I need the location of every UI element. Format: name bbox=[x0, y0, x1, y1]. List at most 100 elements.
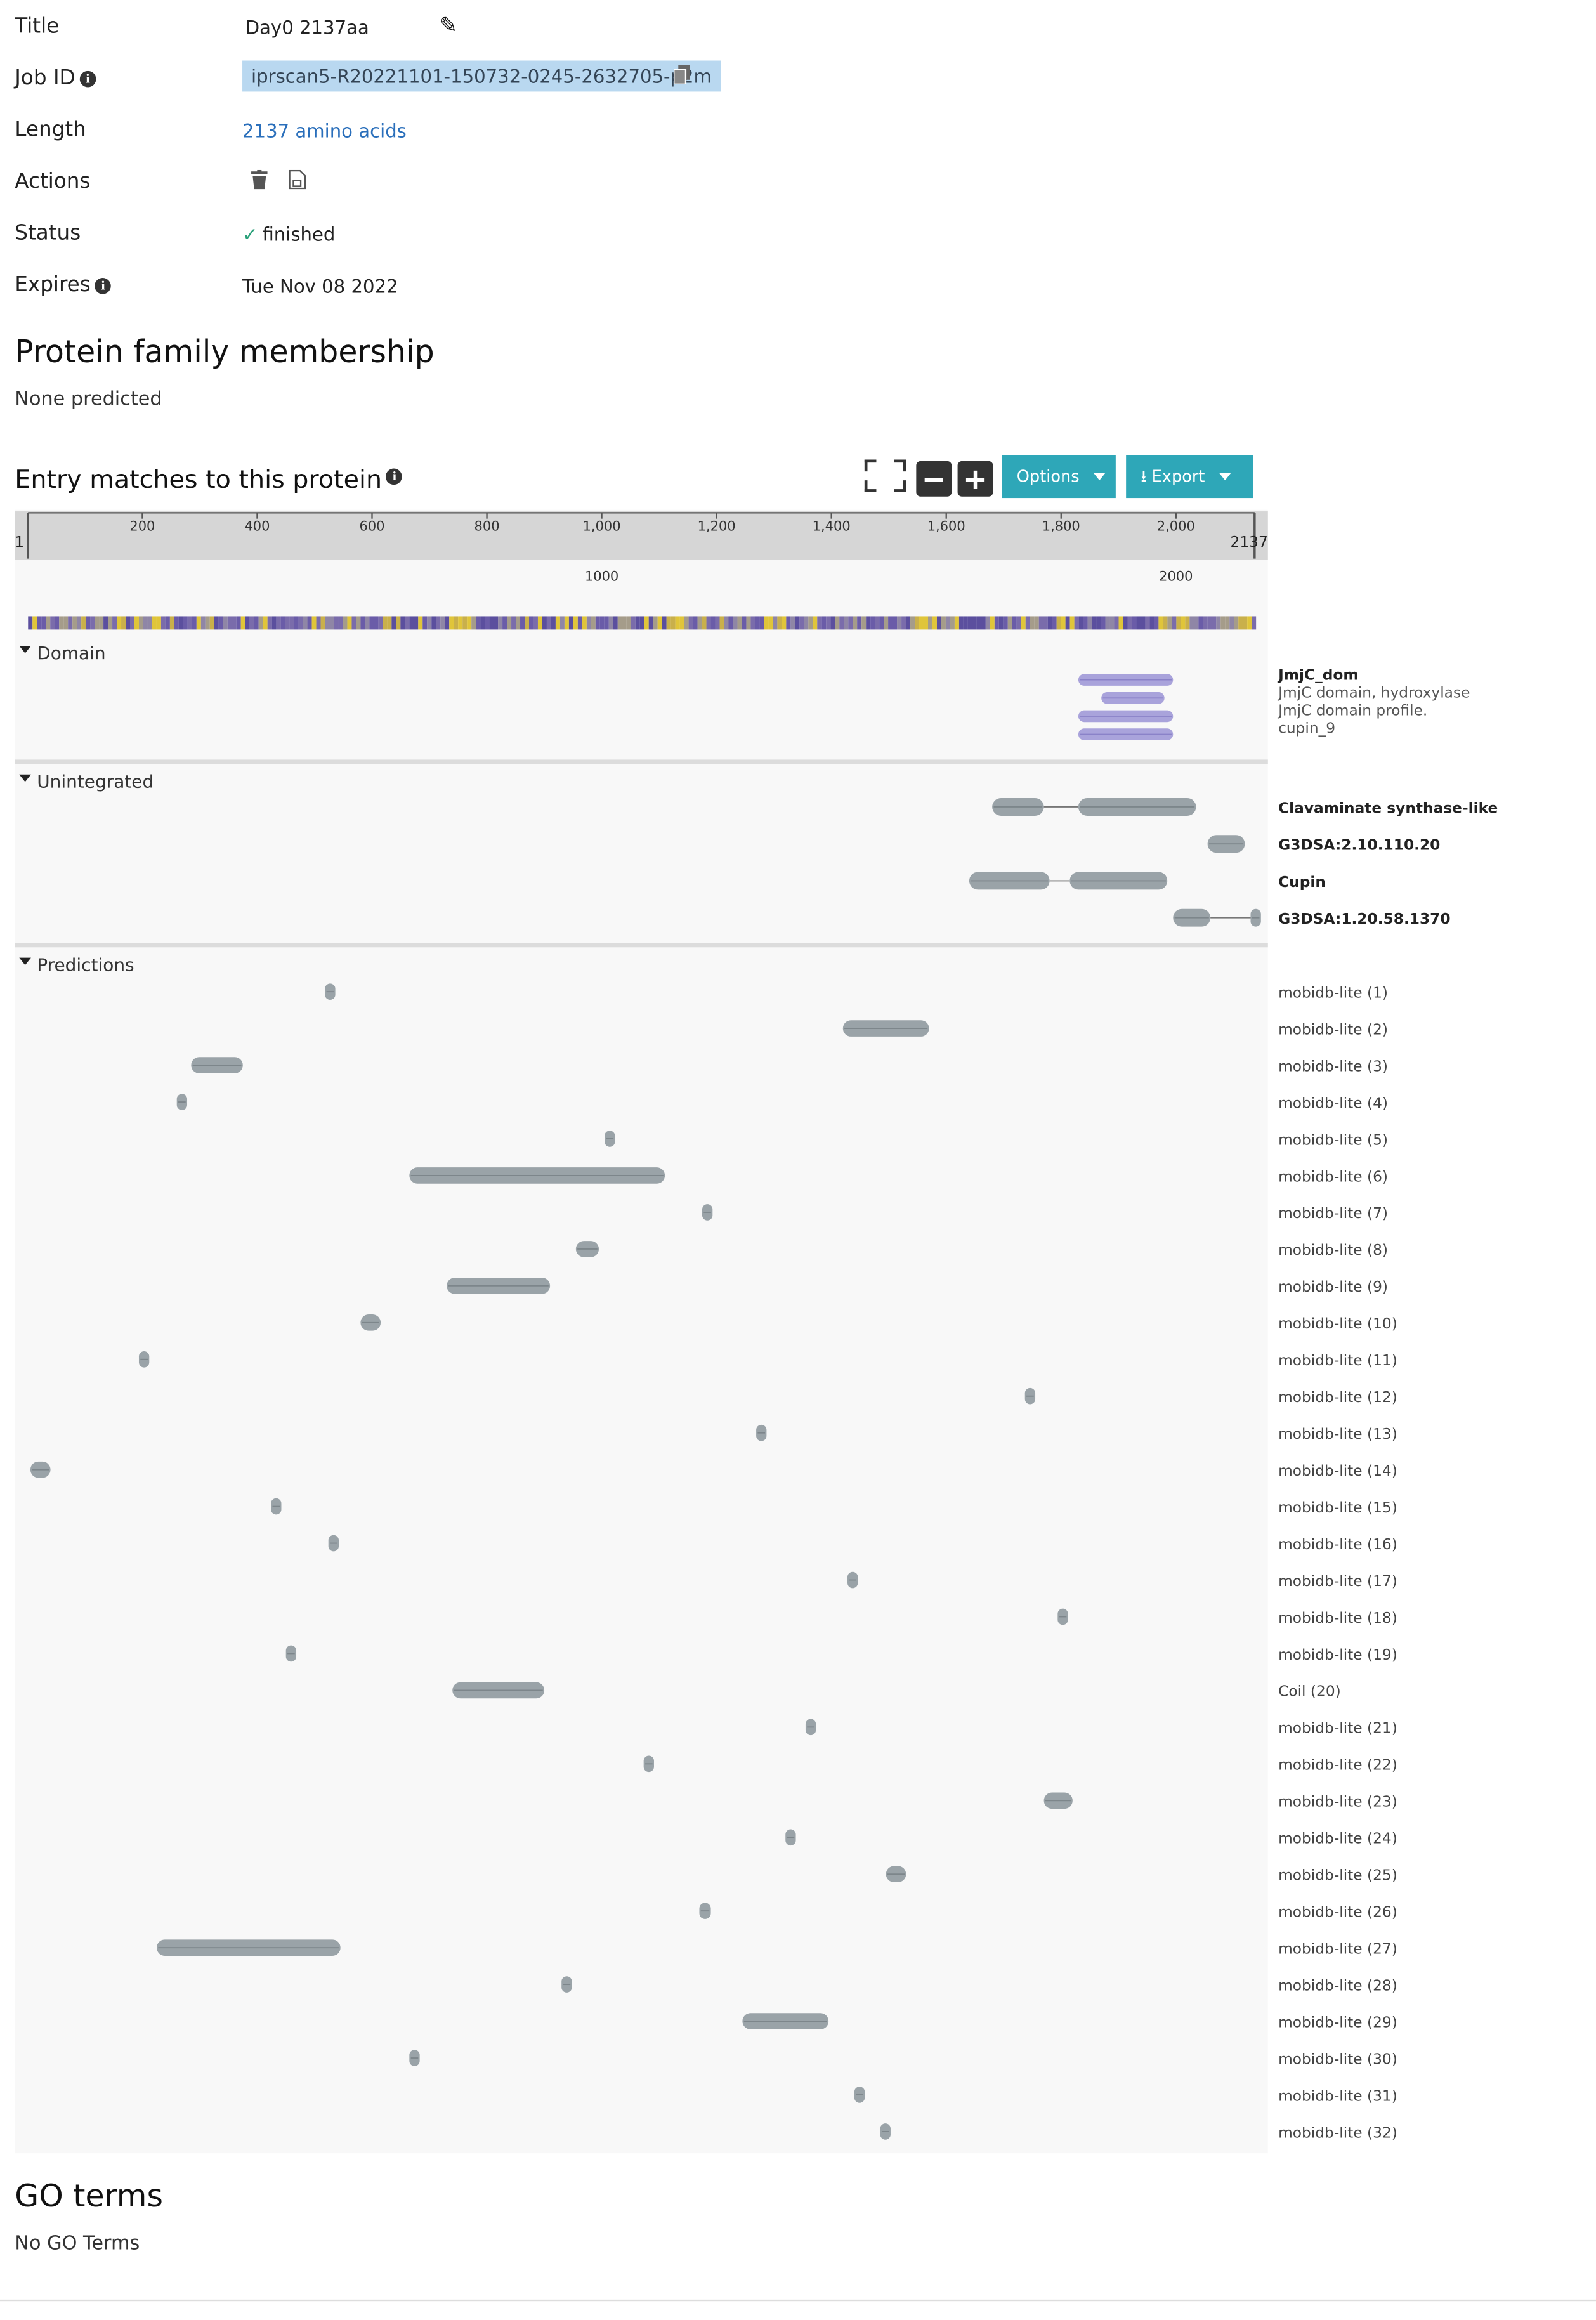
track-label[interactable]: mobidb-lite (6) bbox=[1278, 1168, 1388, 1185]
sequence-residue bbox=[1158, 616, 1163, 630]
track-label[interactable]: mobidb-lite (32) bbox=[1278, 2124, 1397, 2141]
track-label[interactable]: mobidb-lite (10) bbox=[1278, 1315, 1397, 1332]
domain-entry-label[interactable]: JmjC domain, hydroxylase bbox=[1277, 685, 1470, 702]
track-label[interactable]: Coil (20) bbox=[1278, 1683, 1341, 1700]
sequence-residue bbox=[414, 616, 419, 630]
track-label[interactable]: mobidb-lite (26) bbox=[1278, 1903, 1397, 1920]
sequence-residue bbox=[586, 616, 591, 630]
track-label[interactable]: Clavaminate synthase-like bbox=[1278, 799, 1498, 816]
sequence-residue bbox=[901, 616, 906, 630]
sequence-residue bbox=[958, 616, 964, 630]
sequence-residue bbox=[316, 616, 321, 630]
domain-entry-label[interactable]: JmjC_dom bbox=[1277, 667, 1359, 684]
sequence-residue bbox=[1065, 616, 1070, 630]
track-label[interactable]: mobidb-lite (11) bbox=[1278, 1352, 1397, 1369]
sequence-residue bbox=[462, 616, 468, 630]
track-label[interactable]: mobidb-lite (21) bbox=[1278, 1720, 1397, 1737]
track-section-unintegrated: Unintegrated Clavaminate synthase-like G3D… bbox=[15, 771, 1498, 948]
track-label[interactable]: mobidb-lite (13) bbox=[1278, 1425, 1397, 1443]
track-label[interactable]: mobidb-lite (27) bbox=[1278, 1940, 1397, 1957]
sequence-residue bbox=[1225, 616, 1230, 630]
track-label[interactable]: G3DSA:2.10.110.20 bbox=[1278, 837, 1440, 854]
track-label[interactable]: mobidb-lite (18) bbox=[1278, 1609, 1397, 1627]
track-label[interactable]: mobidb-lite (30) bbox=[1278, 2050, 1397, 2068]
domain-entry-label[interactable]: cupin_9 bbox=[1278, 719, 1335, 737]
section-divider bbox=[15, 759, 1268, 764]
sequence-residue bbox=[662, 616, 667, 630]
sequence-residue bbox=[218, 616, 223, 630]
sequence-residue bbox=[750, 616, 755, 630]
ruler-tick-label: 1,400 bbox=[813, 518, 851, 534]
track-label[interactable]: mobidb-lite (4) bbox=[1278, 1094, 1388, 1111]
track-label[interactable]: mobidb-lite (24) bbox=[1278, 1830, 1397, 1847]
sequence-residue bbox=[706, 616, 711, 630]
sequence-residue bbox=[360, 616, 365, 630]
sequence-residue bbox=[245, 616, 250, 630]
track-label[interactable]: mobidb-lite (25) bbox=[1278, 1867, 1397, 1884]
sequence-residue bbox=[684, 616, 689, 630]
sequence-residue bbox=[223, 616, 228, 630]
track-label[interactable]: mobidb-lite (12) bbox=[1278, 1389, 1397, 1406]
track-label[interactable]: mobidb-lite (3) bbox=[1278, 1058, 1388, 1075]
track-label[interactable]: mobidb-lite (15) bbox=[1278, 1499, 1397, 1516]
track-label[interactable]: mobidb-lite (2) bbox=[1278, 1021, 1388, 1038]
sequence-residue bbox=[471, 616, 476, 630]
sequence-residue bbox=[1185, 616, 1190, 630]
track-label[interactable]: mobidb-lite (5) bbox=[1278, 1131, 1388, 1148]
sequence-residue bbox=[1167, 616, 1172, 630]
sequence-residue bbox=[55, 616, 60, 630]
ruler-tick-label: 200 bbox=[129, 518, 155, 534]
caret-down-icon[interactable] bbox=[19, 957, 31, 966]
ruler-tick-label: 1,800 bbox=[1042, 518, 1080, 534]
track-label[interactable]: mobidb-lite (22) bbox=[1278, 1757, 1397, 1774]
sequence-residue bbox=[405, 616, 410, 630]
track-label[interactable]: mobidb-lite (28) bbox=[1278, 1977, 1397, 1994]
section-toggle[interactable]: Predictions bbox=[37, 955, 134, 976]
track-label[interactable]: mobidb-lite (19) bbox=[1278, 1646, 1397, 1663]
sequence-residue bbox=[657, 616, 662, 630]
section-toggle[interactable]: Unintegrated bbox=[37, 771, 154, 792]
track-label[interactable]: mobidb-lite (16) bbox=[1278, 1536, 1397, 1553]
caret-down-icon[interactable] bbox=[19, 774, 31, 782]
track-label[interactable]: mobidb-lite (23) bbox=[1278, 1793, 1397, 1811]
sequence-residue bbox=[356, 616, 361, 630]
sequence-residue bbox=[631, 616, 636, 630]
sequence-residue bbox=[516, 616, 521, 630]
track-label[interactable]: mobidb-lite (7) bbox=[1278, 1205, 1388, 1222]
track-label[interactable]: mobidb-lite (17) bbox=[1278, 1573, 1397, 1590]
sequence-residue bbox=[821, 616, 827, 630]
sequence-residue bbox=[693, 616, 698, 630]
sequence-residue bbox=[165, 616, 170, 630]
sequence-residue bbox=[1176, 616, 1181, 630]
sequence-residue bbox=[68, 616, 73, 630]
sequence-residue bbox=[546, 616, 551, 630]
sequence-residue bbox=[192, 616, 197, 630]
caret-down-icon[interactable] bbox=[19, 646, 31, 653]
sequence-residue bbox=[436, 616, 441, 630]
sequence-residue bbox=[1061, 616, 1066, 630]
domain-entry-label[interactable]: JmjC domain profile. bbox=[1277, 702, 1427, 719]
track-label[interactable]: mobidb-lite (31) bbox=[1278, 2087, 1397, 2104]
sequence-residue bbox=[773, 616, 778, 630]
track-label[interactable]: mobidb-lite (1) bbox=[1278, 984, 1388, 1001]
sequence-residue bbox=[391, 616, 396, 630]
track-label[interactable]: mobidb-lite (8) bbox=[1278, 1242, 1388, 1259]
sequence-residue bbox=[431, 616, 436, 630]
sequence-residue bbox=[254, 616, 259, 630]
section-toggle[interactable]: Domain bbox=[37, 643, 105, 664]
track-label[interactable]: mobidb-lite (29) bbox=[1278, 2014, 1397, 2031]
sequence-residue bbox=[737, 616, 742, 630]
sequence-residue bbox=[830, 616, 835, 630]
track-label[interactable]: mobidb-lite (9) bbox=[1278, 1278, 1388, 1295]
track-label[interactable]: Cupin bbox=[1278, 874, 1326, 891]
sequence-residue bbox=[387, 616, 392, 630]
track-label[interactable]: G3DSA:1.20.58.1370 bbox=[1278, 910, 1450, 927]
ruler-tick-label: 1,600 bbox=[927, 518, 965, 534]
sequence-residue bbox=[790, 616, 795, 630]
sequence-residue bbox=[963, 616, 968, 630]
sequence-residue bbox=[99, 616, 104, 630]
track-label[interactable]: mobidb-lite (14) bbox=[1278, 1462, 1397, 1479]
sequence-residue bbox=[1087, 616, 1092, 630]
sequence-residue bbox=[1234, 616, 1239, 630]
sequence-residue bbox=[697, 616, 702, 630]
